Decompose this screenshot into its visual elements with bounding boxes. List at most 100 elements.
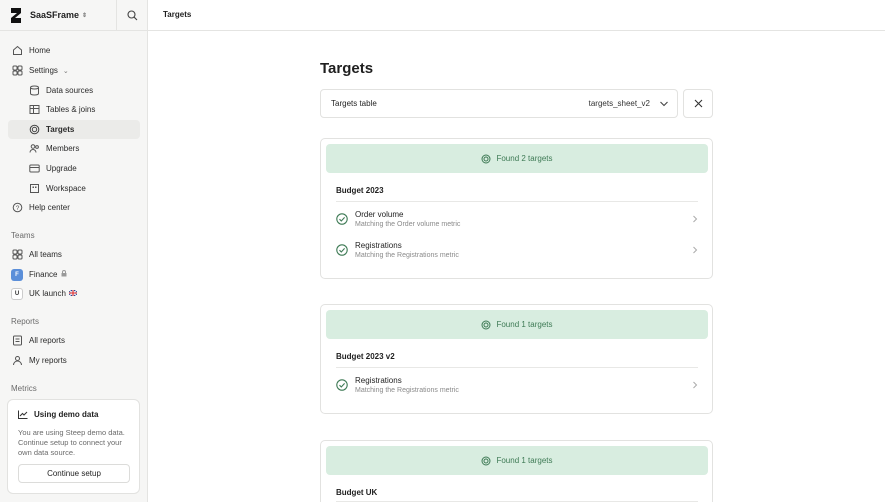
targets-card: Found 1 targets Budget 2023 v2 Registrat… [320, 304, 713, 414]
workspace-switcher[interactable]: SaaSFrame ⇕ [30, 10, 87, 20]
sidebar-header: SaaSFrame ⇕ [0, 0, 147, 31]
nav-tables-joins[interactable]: Tables & joins [28, 100, 140, 119]
nav-all-teams-label: All teams [29, 250, 62, 259]
user-icon [11, 355, 23, 367]
nav-settings[interactable]: Settings ⌄ [11, 61, 141, 80]
nav-uk-launch-label: UK launch [29, 289, 66, 298]
found-targets-text: Found 2 targets [496, 154, 553, 163]
nav-tables-joins-label: Tables & joins [46, 105, 96, 114]
nav-upgrade-label: Upgrade [46, 164, 77, 173]
nav-all-reports-label: All reports [29, 336, 66, 345]
targets-table-label: Targets table [331, 99, 377, 108]
demo-card-text: You are using Steep demo data. Continue … [18, 428, 125, 457]
continue-setup-button[interactable]: Continue setup [18, 464, 130, 483]
grid-icon [11, 249, 23, 261]
check-circle-icon [336, 244, 348, 256]
nav-finance-label: Finance [29, 270, 58, 279]
nav-upgrade[interactable]: Upgrade [28, 159, 140, 178]
members-icon [28, 143, 40, 155]
nav-members[interactable]: Members [28, 139, 140, 158]
close-icon [694, 99, 702, 108]
demo-title-text: Using demo data [34, 410, 99, 419]
found-targets-banner: Found 1 targets [326, 446, 708, 475]
nav-settings-label: Settings [29, 66, 58, 75]
target-icon [481, 320, 491, 329]
chevron-down-icon [660, 101, 668, 107]
settings-icon [11, 65, 23, 77]
nav-workspace-label: Workspace [46, 184, 86, 193]
divider [336, 367, 698, 368]
target-name: Registrations [355, 241, 402, 250]
team-badge-wrapper: F [11, 268, 23, 281]
metrics-section-label: Metrics [11, 384, 37, 393]
chevron-right-icon [693, 381, 698, 389]
found-targets-text: Found 1 targets [496, 320, 553, 329]
chevron-right-icon [693, 246, 698, 254]
nav-help-label: Help center [29, 203, 70, 212]
targets-card: Found 1 targets Budget UK [320, 440, 713, 502]
table-icon [28, 104, 40, 116]
nav-home-label: Home [29, 46, 51, 55]
group-title: Budget 2023 [336, 186, 384, 195]
check-circle-icon [336, 379, 348, 391]
team-badge-finance: F [11, 268, 23, 281]
target-name: Order volume [355, 210, 404, 219]
nav-my-reports[interactable]: My reports [11, 351, 141, 370]
targets-table-value: targets_sheet_v2 [588, 99, 650, 108]
lock-icon [61, 270, 67, 279]
divider [336, 201, 698, 202]
home-icon [11, 45, 23, 57]
target-row[interactable]: Order volume Matching the Order volume m… [336, 207, 698, 233]
nav-all-teams[interactable]: All teams [11, 245, 141, 264]
nav-all-reports[interactable]: All reports [11, 331, 141, 350]
chart-icon [18, 410, 28, 419]
reports-section-label: Reports [11, 317, 40, 326]
target-row[interactable]: Registrations Matching the Registrations… [336, 373, 698, 399]
team-badge-uk: U [11, 287, 23, 300]
targets-card: Found 2 targets Budget 2023 Order volume… [320, 138, 713, 279]
help-icon: ? [11, 202, 23, 214]
search-button[interactable] [116, 0, 148, 31]
chevron-down-icon: ⌄ [62, 67, 69, 75]
check-circle-icon [336, 213, 348, 225]
building-icon [28, 183, 40, 195]
nav-home[interactable]: Home [11, 41, 141, 60]
report-icon [11, 335, 23, 347]
demo-card-title: Using demo data [18, 410, 98, 419]
brand-name: SaaSFrame [30, 10, 80, 20]
teams-section-label: Teams [11, 231, 35, 240]
group-title: Budget UK [336, 488, 378, 497]
target-description: Matching the Registrations metric [355, 252, 459, 259]
target-description: Matching the Registrations metric [355, 387, 459, 394]
logo-icon[interactable] [10, 7, 22, 24]
clear-button[interactable] [683, 89, 713, 118]
nav-my-reports-label: My reports [29, 356, 67, 365]
nav-workspace[interactable]: Workspace [28, 179, 140, 198]
credit-card-icon [28, 163, 40, 175]
nav-targets[interactable]: Targets [8, 120, 140, 139]
team-badge-wrapper: U [11, 287, 23, 300]
page-title: Targets [320, 60, 374, 77]
found-targets-banner: Found 2 targets [326, 144, 708, 173]
target-row[interactable]: Registrations Matching the Registrations… [336, 238, 698, 264]
nav-data-sources[interactable]: Data sources [28, 81, 140, 100]
svg-text:?: ? [15, 205, 19, 212]
chevron-updown-icon: ⇕ [82, 12, 88, 19]
database-icon [28, 85, 40, 97]
nav-help-center[interactable]: ? Help center [11, 198, 141, 217]
nav-targets-label: Targets [46, 125, 75, 134]
targets-table-select[interactable]: Targets table targets_sheet_v2 [320, 89, 678, 118]
found-targets-banner: Found 1 targets [326, 310, 708, 339]
group-title: Budget 2023 v2 [336, 352, 395, 361]
target-icon [481, 456, 491, 465]
demo-data-card: Using demo data You are using Steep demo… [7, 399, 140, 494]
top-bar: Targets [148, 0, 885, 31]
nav-members-label: Members [46, 144, 80, 153]
search-icon [127, 10, 138, 21]
chevron-right-icon [693, 215, 698, 223]
nav-team-uk-launch[interactable]: U UK launch [11, 284, 141, 303]
target-icon [28, 124, 40, 136]
found-targets-text: Found 1 targets [496, 456, 553, 465]
uk-flag-icon [68, 289, 78, 298]
nav-team-finance[interactable]: F Finance [11, 265, 141, 284]
